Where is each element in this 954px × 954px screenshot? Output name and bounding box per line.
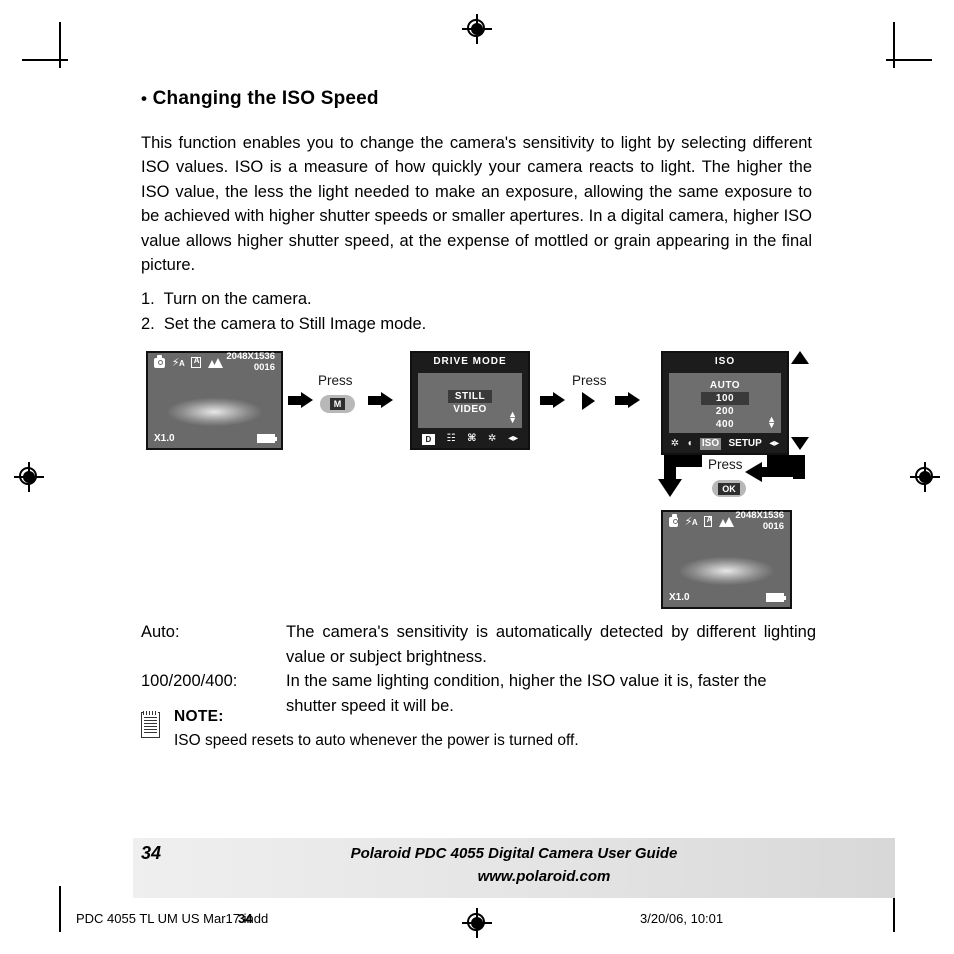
iso-option-auto[interactable]: AUTO <box>701 379 749 392</box>
definition-row-auto: Auto: The camera's sensitivity is automa… <box>141 620 816 669</box>
lcd-zoom-level-1: X1.0 <box>154 433 175 444</box>
definition-term-auto: Auto: <box>141 623 180 641</box>
contrast-icon[interactable]: ◖ <box>686 439 692 449</box>
ok-button-label: OK <box>718 482 740 495</box>
scroll-down-arrow-icon <box>791 437 809 450</box>
mode-button-m[interactable]: M <box>320 395 355 413</box>
workflow-diagram: ⚡A 2048X1536 0016 X1.0 Press M <box>0 0 954 954</box>
iso-option-400[interactable]: 400 <box>701 418 749 431</box>
drive-mode-options: STILL VIDEO ▲ ▼ <box>418 373 522 428</box>
lcd-screen-live-view-1: ⚡A 2048X1536 0016 X1.0 <box>146 351 283 450</box>
press-label-3: Press <box>708 457 743 472</box>
lcd-resolution-block-2: 2048X1536 0016 <box>735 510 784 532</box>
iso-options: AUTO 100 200 400 ▲ ▼ <box>669 373 781 433</box>
scroll-up-arrow-icon <box>791 351 809 364</box>
iso-option-200[interactable]: 200 <box>701 405 749 418</box>
sharpness-icon[interactable]: ✲ <box>671 439 679 449</box>
drive-mode-title: DRIVE MODE <box>433 356 507 367</box>
macro-mountain-icon-2 <box>719 516 735 527</box>
iso-toolbar: ✲ ◖ ISO SETUP ◂▸ <box>663 435 787 453</box>
lcd-resolution-block-1: 2048X1536 0016 <box>226 351 275 373</box>
lcd-zoom-level-2: X1.0 <box>669 592 690 603</box>
drive-mode-tab-icon[interactable]: D <box>421 433 435 445</box>
definition-desc-values: In the same lighting condition, higher t… <box>286 672 767 715</box>
camera-icon <box>154 354 165 368</box>
definition-list: Auto: The camera's sensitivity is automa… <box>141 620 816 718</box>
flash-auto-icon-2: ⚡A <box>684 516 698 528</box>
drive-mode-option-video[interactable]: VIDEO <box>448 403 492 416</box>
flash-auto-icon: ⚡A <box>171 357 185 369</box>
leftright-arrows-icon-iso: ◂▸ <box>769 438 780 449</box>
iso-tab[interactable]: ISO <box>699 438 722 450</box>
white-balance-auto-icon-2 <box>704 515 712 527</box>
menu-screen-iso: ISO AUTO 100 200 400 ▲ ▼ ✲ ◖ ISO SETUP ◂▸ <box>661 351 789 455</box>
lcd-counter-1: 0016 <box>253 361 275 373</box>
footer-title: Polaroid PDC 4055 Digital Camera User Gu… <box>350 845 678 862</box>
iso-menu-title: ISO <box>714 356 736 367</box>
note-text: ISO speed resets to auto whenever the po… <box>174 732 579 749</box>
definition-desc-auto: The camera's sensitivity is automaticall… <box>286 623 816 666</box>
battery-full-icon-2 <box>766 593 786 602</box>
brightness-icon[interactable]: ✲ <box>488 434 496 444</box>
menu-screen-drive-mode: DRIVE MODE STILL VIDEO ▲ ▼ D ☷ ⌘ ✲ ◂▸ <box>410 351 530 450</box>
white-balance-auto-icon <box>191 356 201 368</box>
document-page: • Changing the ISO Speed This function e… <box>0 0 954 954</box>
battery-full-icon-1 <box>257 434 277 443</box>
macro-mountain-icon <box>207 357 223 368</box>
lcd-screen-live-view-2: ⚡A 2048X1536 0016 X1.0 <box>661 510 792 609</box>
definition-row-values: 100/200/400: In the same lighting condit… <box>141 669 816 718</box>
drive-mode-icon[interactable]: ☷ <box>446 434 455 444</box>
lcd-resolution-2: 2048X1536 <box>735 510 784 521</box>
note-title: NOTE: <box>174 708 224 725</box>
flow-arrow-6 <box>745 455 805 500</box>
print-slug-timestamp: 3/20/06, 10:01 <box>640 911 724 926</box>
lcd-status-bar-2: ⚡A 2048X1536 0016 <box>663 510 790 532</box>
lcd-status-bar-1: ⚡A 2048X1536 0016 <box>148 351 281 373</box>
notepad-icon <box>141 711 160 738</box>
ok-button[interactable]: OK <box>712 480 746 497</box>
exposure-icon[interactable]: ⌘ <box>467 434 476 444</box>
mode-button-m-label: M <box>329 398 346 410</box>
lcd-counter-2: 0016 <box>762 520 784 532</box>
press-label-2: Press <box>572 373 607 388</box>
drive-mode-option-still[interactable]: STILL <box>448 390 492 403</box>
drive-mode-toolbar: D ☷ ⌘ ✲ ◂▸ <box>412 430 528 448</box>
footer-url: www.polaroid.com <box>477 868 611 885</box>
leftright-arrows-icon-drive: ◂▸ <box>508 433 519 444</box>
updown-arrows-icon-drive: ▲ ▼ <box>508 409 517 425</box>
print-slug-page: 34 <box>238 911 253 926</box>
press-label-1: Press <box>318 373 353 388</box>
camera-icon-2 <box>669 513 678 527</box>
setup-tab[interactable]: SETUP <box>728 439 761 449</box>
lcd-resolution-1: 2048X1536 <box>226 351 275 362</box>
iso-option-100[interactable]: 100 <box>701 392 749 405</box>
updown-arrows-icon-iso: ▲ ▼ <box>767 414 776 430</box>
right-arrow-button[interactable] <box>582 392 595 410</box>
